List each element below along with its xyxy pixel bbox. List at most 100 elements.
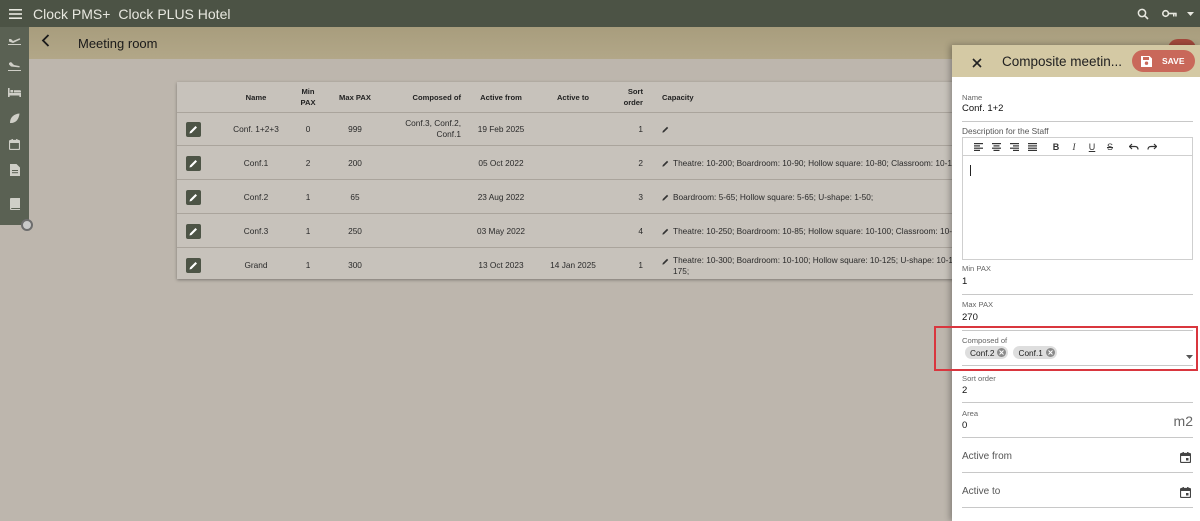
align-justify-icon[interactable] — [1023, 140, 1041, 154]
book-icon[interactable] — [0, 191, 29, 217]
cell-composed-of: Conf.3, Conf.2, Conf.1 — [405, 118, 461, 139]
column-header-name[interactable]: Name — [221, 82, 291, 112]
cell-min-pax: 1 — [305, 225, 311, 236]
active-from-label: Active from — [962, 451, 1013, 462]
description-textarea[interactable] — [963, 156, 1192, 259]
cell-max-pax: 200 — [348, 157, 362, 168]
side-nav — [0, 27, 33, 231]
name-value[interactable]: Conf. 1+2 — [962, 103, 1003, 114]
cell-max-pax: 999 — [348, 123, 362, 134]
table-row[interactable]: Conf.3 1 250 03 May 2022 4 Theatre: 10-2… — [177, 215, 977, 248]
edit-button[interactable] — [185, 189, 201, 205]
page-title: Meeting room — [78, 36, 158, 51]
pencil-icon — [189, 159, 197, 167]
italic-icon[interactable]: I — [1065, 140, 1083, 154]
area-value[interactable]: 0 — [962, 420, 967, 431]
chevron-down-icon[interactable] — [1180, 11, 1200, 16]
bold-icon[interactable]: B — [1047, 140, 1065, 154]
cell-active-to — [545, 181, 601, 213]
min-pax-value[interactable]: 1 — [962, 276, 967, 287]
leaf-icon[interactable] — [0, 105, 29, 131]
calendar-icon[interactable] — [0, 131, 29, 157]
cell-min-pax: 1 — [305, 191, 311, 202]
align-left-icon[interactable] — [969, 140, 987, 154]
column-header-max-pax[interactable]: Max PAX — [335, 82, 375, 112]
max-pax-value[interactable]: 270 — [962, 312, 978, 323]
column-header-min-pax[interactable]: Min PAX — [295, 82, 321, 112]
composite-meeting-panel: Composite meetin... SAVE Name Conf. 1+2 … — [952, 45, 1200, 521]
panel-header: Composite meetin... SAVE — [952, 45, 1200, 77]
pencil-icon[interactable] — [662, 228, 669, 235]
table-row[interactable]: Conf.2 1 65 23 Aug 2022 3 Boardroom: 5-6… — [177, 181, 977, 214]
edit-button[interactable] — [185, 155, 201, 171]
cell-name: Conf.2 — [243, 191, 269, 202]
cell-name: Conf.1 — [243, 157, 269, 168]
min-pax-field[interactable]: Min PAX 1 — [962, 264, 1193, 295]
cell-sort-order: 3 — [638, 191, 643, 202]
departures-icon[interactable] — [0, 27, 29, 53]
document-icon[interactable] — [0, 157, 29, 183]
cell-name: Conf.3 — [243, 225, 269, 236]
meeting-room-table: Name Min PAX Max PAX Composed of Active … — [177, 82, 977, 279]
cell-active-from: 23 Aug 2022 — [477, 191, 525, 202]
undo-icon[interactable] — [1125, 140, 1143, 154]
align-center-icon[interactable] — [987, 140, 1005, 154]
sort-order-value[interactable]: 2 — [962, 385, 967, 396]
pencil-icon[interactable] — [662, 160, 669, 167]
pencil-icon[interactable] — [662, 258, 669, 265]
key-icon[interactable] — [1158, 9, 1180, 18]
cell-composed-of — [385, 181, 461, 213]
area-unit: m2 — [1173, 413, 1193, 429]
pencil-icon[interactable] — [662, 126, 669, 133]
cell-sort-order: 1 — [638, 260, 643, 270]
calendar-icon[interactable] — [1179, 485, 1192, 503]
calendar-icon[interactable] — [1179, 450, 1192, 468]
underline-icon[interactable]: U — [1083, 140, 1101, 154]
cell-composed-of — [385, 249, 461, 279]
pencil-icon — [189, 262, 197, 270]
notification-badge[interactable] — [21, 219, 33, 231]
area-field[interactable]: Area 0 m2 — [962, 409, 1193, 438]
cell-sort-order: 2 — [638, 157, 643, 168]
table-row[interactable]: Conf. 1+2+3 0 999 Conf.3, Conf.2, Conf.1… — [177, 113, 977, 146]
align-right-icon[interactable] — [1005, 140, 1023, 154]
sort-order-field[interactable]: Sort order 2 — [962, 374, 1193, 403]
column-header-active-to[interactable]: Active to — [545, 82, 601, 112]
description-editor[interactable]: B I U S — [962, 137, 1193, 260]
redo-icon[interactable] — [1143, 140, 1161, 154]
active-from-field[interactable]: Active from — [962, 443, 1193, 473]
cell-composed-of — [385, 147, 461, 179]
column-header-active-from[interactable]: Active from — [471, 82, 531, 112]
column-header-sort-order[interactable]: Sort order — [615, 82, 643, 112]
strikethrough-icon[interactable]: S — [1101, 140, 1119, 154]
app-name: Clock PMS+ — [33, 5, 111, 22]
area-label: Area — [962, 409, 979, 418]
search-icon[interactable] — [1128, 8, 1158, 20]
cell-active-from: 13 Oct 2023 — [478, 260, 524, 270]
edit-button[interactable] — [185, 258, 201, 273]
save-button[interactable]: SAVE — [1132, 50, 1195, 72]
cell-capacity: Theatre: 10-250; Boardroom: 10-85; Hollo… — [673, 225, 962, 236]
back-arrow-icon[interactable] — [41, 34, 50, 52]
cell-name: Grand — [244, 260, 268, 270]
pencil-icon[interactable] — [662, 194, 669, 201]
hotel-name[interactable]: Clock PLUS Hotel — [118, 6, 230, 22]
table-row[interactable]: Conf.1 2 200 05 Oct 2022 2 Theatre: 10-2… — [177, 147, 977, 180]
edit-button[interactable] — [185, 121, 201, 137]
active-to-label: Active to — [962, 486, 1001, 497]
close-icon[interactable] — [972, 55, 982, 73]
column-header-composed-of[interactable]: Composed of — [385, 82, 461, 112]
edit-button[interactable] — [185, 223, 201, 239]
arrivals-icon[interactable] — [0, 53, 29, 79]
cell-min-pax: 2 — [305, 157, 311, 168]
active-to-field[interactable]: Active to — [962, 478, 1193, 508]
table-row[interactable]: Grand 1 300 13 Oct 2023 14 Jan 2025 1 Th… — [177, 249, 977, 279]
bed-icon[interactable] — [0, 79, 29, 105]
cell-sort-order: 1 — [638, 123, 643, 134]
name-field[interactable]: Name Conf. 1+2 — [962, 93, 1193, 122]
pencil-icon — [189, 227, 197, 235]
cell-active-to: 14 Jan 2025 — [550, 260, 596, 270]
floppy-disk-icon — [1141, 55, 1152, 67]
column-header-capacity[interactable]: Capacity — [662, 82, 977, 112]
menu-icon[interactable] — [0, 0, 30, 27]
